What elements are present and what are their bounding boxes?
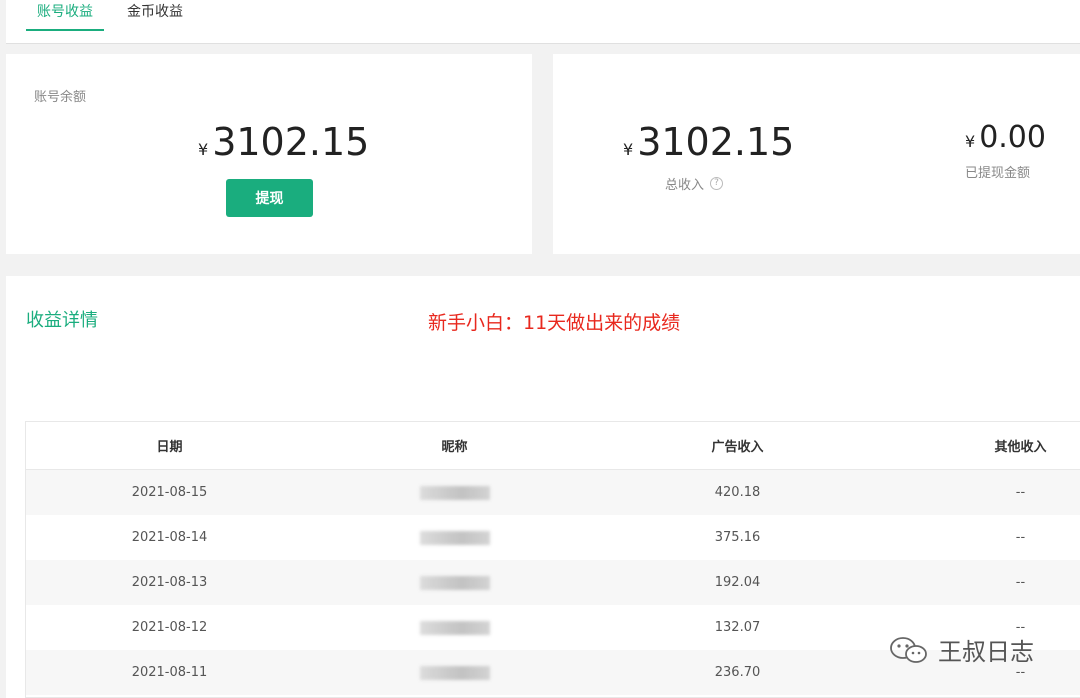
details-title: 收益详情 [26, 310, 98, 331]
cell-date: 2021-08-11 [131, 665, 208, 680]
balance-card: 账号余额 ¥3102.15 提现 [6, 54, 532, 254]
blurred-nickname [419, 620, 490, 635]
income-card: ¥3102.15 总收入 ? ¥0.00 已提现金额 [553, 54, 1080, 254]
withdraw-button[interactable]: 提现 [226, 179, 313, 217]
total-income-amount: ¥3102.15 [623, 120, 794, 164]
cell-ad-income: 375.16 [714, 530, 761, 545]
blurred-nickname [419, 530, 490, 545]
currency-symbol: ¥ [198, 140, 209, 159]
cell-ad-income: 132.07 [714, 620, 761, 635]
annotation-text: 新手小白：11天做出来的成绩 [428, 312, 681, 334]
cell-date: 2021-08-13 [131, 575, 208, 590]
wechat-icon [890, 636, 927, 663]
cell-date: 2021-08-12 [131, 620, 208, 635]
balance-amount: ¥3102.15 [198, 120, 369, 164]
balance-value: 3102.15 [212, 120, 370, 164]
total-income-value: 3102.15 [637, 120, 795, 164]
table-row: 2021-08-13 192.04 -- [26, 560, 1080, 605]
cell-ad-income: 192.04 [714, 575, 761, 590]
withdrawn-value: 0.00 [979, 120, 1046, 155]
balance-label: 账号余额 [34, 90, 87, 105]
table-row: 2021-08-14 375.16 -- [26, 515, 1080, 560]
table-header: 日期 昵称 广告收入 其他收入 [26, 422, 1080, 470]
currency-symbol: ¥ [623, 140, 634, 159]
cell-ad-income: 236.70 [714, 665, 761, 680]
cell-other-income: -- [1015, 575, 1026, 590]
total-income-label: 总收入 [665, 178, 705, 193]
cell-nickname [313, 470, 596, 515]
watermark-text: 王叔日志 [938, 638, 1034, 666]
withdrawn-label: 已提现金额 [965, 166, 1031, 181]
total-income-label-row: 总收入 ? [665, 174, 724, 193]
tabs-bar: 账号收益 金币收益 [6, 0, 1080, 44]
tab-coin-earnings[interactable]: 金币收益 [120, 0, 190, 31]
cell-other-income: -- [1015, 530, 1026, 545]
cell-other-income: -- [1015, 485, 1026, 500]
column-header-date: 日期 [156, 440, 183, 455]
table-row: 2021-08-15 420.18 -- [26, 470, 1080, 515]
column-header-other-income: 其他收入 [994, 440, 1047, 455]
column-header-ad-income: 广告收入 [711, 440, 764, 455]
cell-nickname [313, 560, 596, 605]
cell-nickname [313, 515, 596, 560]
currency-symbol: ¥ [965, 132, 976, 151]
tab-account-earnings[interactable]: 账号收益 [26, 0, 104, 31]
cell-nickname [313, 650, 596, 695]
watermark: 王叔日志 [888, 632, 1034, 667]
blurred-nickname [419, 485, 490, 500]
cell-ad-income: 420.18 [714, 485, 761, 500]
blurred-nickname [419, 575, 490, 590]
cell-date: 2021-08-15 [131, 485, 208, 500]
cell-nickname [313, 605, 596, 650]
withdrawn-amount: ¥0.00 [965, 120, 1046, 155]
cell-date: 2021-08-14 [131, 530, 208, 545]
blurred-nickname [419, 665, 490, 680]
help-icon[interactable]: ? [710, 177, 724, 190]
column-header-nickname: 昵称 [441, 440, 468, 455]
